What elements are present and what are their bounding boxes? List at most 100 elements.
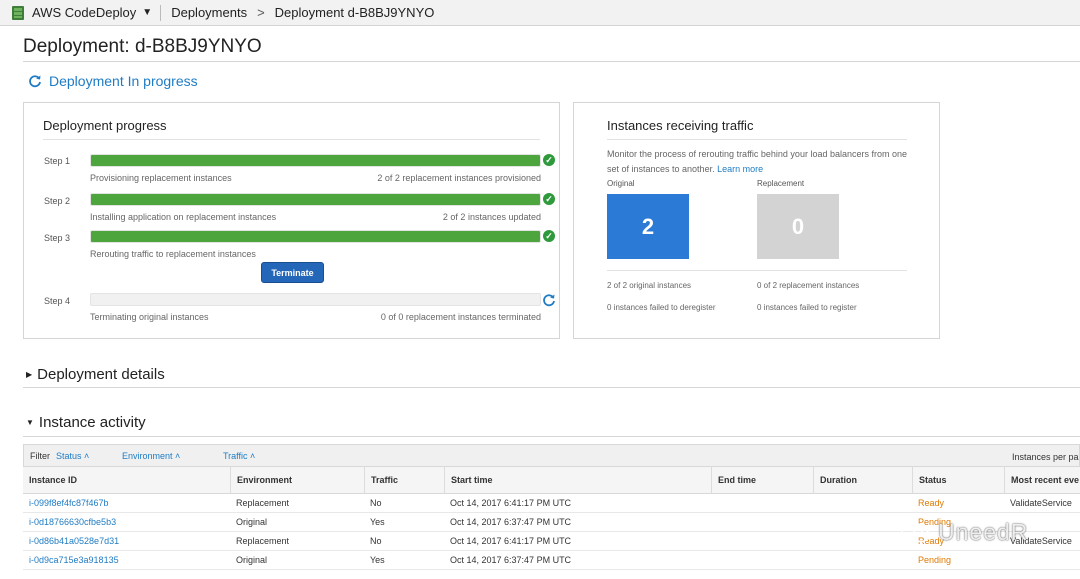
column-header[interactable]: Environment [230, 467, 364, 494]
duration-cell [813, 513, 819, 532]
filter-environment-label: Environment [122, 451, 173, 461]
panel-divider [43, 139, 540, 140]
original-count-box: 2 [607, 194, 689, 259]
check-icon: ✓ [543, 154, 555, 166]
filter-status-label: Status [56, 451, 82, 461]
top-nav-bar: AWS CodeDeploy ▼ Deployments > Deploymen… [0, 0, 1080, 26]
breadcrumb-separator: > [257, 5, 265, 20]
recent-event-cell [1004, 551, 1010, 570]
column-header[interactable]: Start time [444, 467, 711, 494]
instance-id-link[interactable]: i-0d18766630cfbe5b3 [23, 513, 116, 532]
refresh-icon [29, 75, 41, 88]
chevron-up-icon: ˄ [84, 451, 90, 461]
section-divider [23, 436, 1080, 437]
deployment-details-toggle[interactable]: ▶ Deployment details [26, 366, 165, 383]
step-count: 2 of 2 instances updated [442, 212, 541, 222]
caret-down-icon: ▼ [26, 418, 34, 427]
section-divider [23, 387, 1080, 388]
deployment-progress-panel: Deployment progress Step 1 ✓ Provisionin… [23, 102, 560, 339]
original-info: 2 of 2 original instances [607, 281, 692, 290]
traffic-cell: Yes [370, 517, 385, 527]
panel-heading: Instances receiving traffic [607, 118, 754, 133]
learn-more-link[interactable]: Learn more [717, 164, 763, 174]
step-label: Step 3 [44, 233, 71, 243]
start-time-cell: Oct 14, 2017 6:37:47 PM UTC [450, 555, 572, 565]
column-header[interactable]: Duration [813, 467, 912, 494]
filter-traffic-label: Traffic [223, 451, 248, 461]
in-progress-icon [543, 294, 555, 307]
chevron-up-icon: ˄ [175, 451, 181, 461]
end-time-cell [711, 513, 717, 532]
environment-cell: Replacement [236, 498, 290, 508]
instances-per-page[interactable]: Instances per pa [1012, 452, 1079, 462]
breadcrumb-current: Deployment d-B8BJ9YNYO [274, 5, 435, 20]
start-time-cell: Oct 14, 2017 6:37:47 PM UTC [450, 517, 572, 527]
filter-environment[interactable]: Environment ˄ [122, 451, 180, 461]
step-progress-bar [90, 293, 541, 306]
watermark-text: UneedR [938, 518, 1029, 545]
step-label: Step 1 [44, 156, 71, 166]
end-time-cell [711, 551, 717, 570]
table-row: i-0d9ca715e3a918135 Original Yes Oct 14,… [23, 551, 1080, 570]
status-text: Deployment In progress [49, 73, 198, 89]
chevron-down-icon: ▼ [142, 7, 153, 18]
panel-heading: Deployment progress [43, 118, 167, 133]
wechat-icon [901, 521, 930, 543]
check-icon: ✓ [543, 193, 555, 205]
table-row: i-099f8ef4fc87f467b Replacement No Oct 1… [23, 494, 1080, 513]
step-description: Provisioning replacement instances [90, 173, 232, 183]
status-cell: Ready [918, 498, 945, 508]
instance-id-link[interactable]: i-0d86b41a0528e7d31 [23, 532, 119, 551]
page-title: Deployment: d-B8BJ9YNYO [23, 36, 262, 57]
step-progress-bar [90, 193, 541, 206]
environment-cell: Replacement [236, 536, 290, 546]
column-header[interactable]: Most recent eve [1004, 467, 1080, 494]
column-header[interactable]: Status [912, 467, 1004, 494]
status-cell: Pending [918, 555, 952, 565]
traffic-divider [607, 270, 907, 271]
step-progress-bar [90, 154, 541, 167]
traffic-cell: Yes [370, 555, 385, 565]
duration-cell [813, 532, 819, 551]
environment-cell: Original [236, 517, 268, 527]
column-header[interactable]: Instance ID [23, 467, 230, 494]
step-progress-bar [90, 230, 541, 243]
chevron-up-icon: ˄ [250, 451, 256, 461]
instance-activity-toggle[interactable]: ▼ Instance activity [26, 414, 146, 431]
step-description: Terminating original instances [90, 312, 209, 322]
check-icon: ✓ [543, 230, 555, 242]
filter-traffic[interactable]: Traffic ˄ [223, 451, 255, 461]
recent-event-cell: ValidateService [1010, 498, 1072, 508]
terminate-button[interactable]: Terminate [261, 262, 324, 283]
step-label: Step 2 [44, 196, 71, 206]
replacement-failed-info: 0 instances failed to register [757, 303, 857, 312]
breadcrumb-deployments[interactable]: Deployments [171, 5, 247, 20]
replacement-label: Replacement [757, 179, 805, 188]
title-divider [23, 61, 1080, 62]
deployment-status: Deployment In progress [28, 73, 198, 89]
watermark: UneedR [900, 514, 1050, 550]
column-header[interactable]: Traffic [364, 467, 444, 494]
replacement-count-box: 0 [757, 194, 839, 259]
step-label: Step 4 [44, 296, 71, 306]
codedeploy-logo-icon [12, 5, 24, 20]
filter-label: Filter [30, 451, 50, 461]
original-failed-info: 0 instances failed to deregister [607, 303, 716, 312]
section-title: Instance activity [38, 414, 146, 431]
service-menu[interactable]: AWS CodeDeploy ▼ [32, 5, 160, 20]
step-description: Installing application on replacement in… [90, 212, 277, 222]
service-name: AWS CodeDeploy [32, 5, 137, 20]
table-header: Instance ID Environment Traffic Start ti… [23, 467, 1080, 494]
replacement-info: 0 of 2 replacement instances [757, 281, 860, 290]
traffic-panel: Instances receiving traffic Monitor the … [573, 102, 940, 339]
start-time-cell: Oct 14, 2017 6:41:17 PM UTC [450, 498, 572, 508]
duration-cell [813, 494, 819, 513]
instance-id-link[interactable]: i-0d9ca715e3a918135 [23, 551, 119, 570]
filter-status[interactable]: Status ˄ [56, 451, 89, 461]
caret-right-icon: ▶ [26, 370, 33, 379]
instance-id-link[interactable]: i-099f8ef4fc87f467b [23, 494, 109, 513]
traffic-cell: No [370, 498, 382, 508]
step-count: 2 of 2 replacement instances provisioned [377, 173, 541, 183]
filter-bar: Filter Status ˄ Environment ˄ Traffic ˄ … [23, 444, 1080, 467]
column-header[interactable]: End time [711, 467, 813, 494]
